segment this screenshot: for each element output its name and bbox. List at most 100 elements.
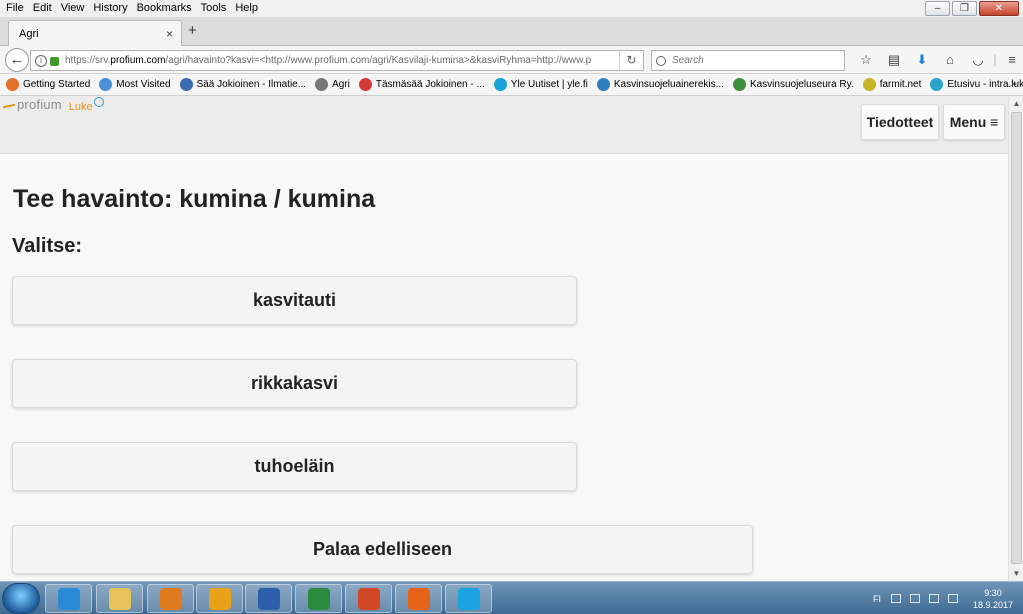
url-bar[interactable]: i https://srv.profium.com/agri/havainto?… [30, 50, 644, 71]
url-path: /agri/havainto?kasvi=<http://www.profium… [165, 55, 592, 66]
bookmark-favicon-icon [493, 78, 507, 91]
clock-time: 9:30 [984, 587, 1002, 598]
taskbar-app-powerpoint[interactable] [345, 584, 392, 613]
menu-history[interactable]: History [88, 0, 131, 17]
excel-icon [307, 587, 330, 610]
clock[interactable]: 9:30 18.9.2017 [973, 587, 1013, 611]
taskbar-app-word[interactable] [245, 584, 292, 613]
scroll-up-icon[interactable]: ▲ [1009, 96, 1023, 111]
network-icon[interactable] [928, 594, 939, 603]
bookmark-item[interactable]: Täsmäsää Jokioinen - ... [358, 78, 485, 91]
bookmark-item[interactable]: farmit.net [862, 78, 922, 91]
bookmark-favicon-icon [6, 78, 19, 91]
pocket-icon[interactable]: ◡ [964, 50, 992, 70]
bookmark-item[interactable]: Etusivu - intra.luke.fi [930, 78, 1023, 91]
taskbar-app-excel[interactable] [295, 584, 342, 613]
search-input[interactable] [672, 55, 832, 66]
menu-button[interactable]: Menu ≡ [943, 104, 1005, 140]
clock-date: 18.9.2017 [972, 599, 1013, 610]
bookmark-label: Most Visited [116, 79, 171, 90]
bookmark-item[interactable]: Sää Jokioinen - Ilmatie... [179, 78, 306, 91]
reader-list-icon[interactable]: ▤ [880, 50, 908, 70]
new-tab-icon[interactable]: + [188, 22, 197, 39]
bookmark-favicon-icon [930, 78, 944, 91]
taskbar-app-internet-explorer[interactable] [45, 584, 92, 613]
taskbar-app-file-explorer[interactable] [96, 584, 143, 613]
taskbar-app-outlook[interactable] [196, 584, 243, 613]
bookmark-favicon-icon [358, 78, 372, 91]
bookmark-item[interactable]: Kasvinsuojeluainerekis... [596, 78, 724, 91]
outlook-icon [208, 587, 231, 610]
download-arrow-icon[interactable]: ⬇ [908, 50, 936, 70]
language-indicator[interactable]: FI [873, 594, 881, 604]
menu-tools[interactable]: Tools [196, 0, 231, 17]
tiedotteet-button[interactable]: Tiedotteet [861, 104, 939, 140]
search-box[interactable] [651, 50, 845, 71]
back-button[interactable]: Palaa edelliseen [12, 525, 753, 574]
taskbar-app-firefox[interactable] [395, 584, 442, 613]
bookmark-item[interactable]: Kasvinsuojeluseura Ry. [732, 78, 854, 91]
skype-icon [457, 587, 480, 610]
page-title: Tee havainto: kumina / kumina [13, 185, 376, 213]
choice-tuhoelain-button[interactable]: tuhoeläin [12, 442, 577, 491]
flag-icon[interactable] [909, 594, 920, 603]
bookmark-item[interactable]: Most Visited [99, 78, 171, 91]
navigation-bar: ← i https://srv.profium.com/agri/havaint… [0, 46, 1023, 74]
lock-icon[interactable] [50, 57, 59, 66]
url-domain: profium.com [110, 55, 166, 66]
page-subtitle: Valitse: [12, 235, 83, 257]
toolbar-icons: ☆ ▤ ⬇ ⌂ ◡ | ≡ [852, 50, 1023, 70]
menu-help[interactable]: Help [230, 0, 262, 17]
taskbar-app-media-player[interactable] [147, 584, 194, 613]
page-viewport: profium Luke Tiedotteet Menu ≡ Tee havai… [0, 96, 1023, 581]
close-icon[interactable]: ✕ [979, 1, 1019, 16]
url-text[interactable]: https://srv.profium.com/agri/havainto?ka… [65, 55, 613, 66]
bookmark-favicon-icon [99, 78, 113, 91]
bookmark-item[interactable]: Yle Uutiset | yle.fi [493, 78, 588, 91]
bookmark-favicon-icon [862, 78, 876, 91]
scrollbar-thumb[interactable] [1011, 112, 1022, 564]
system-tray: FI 9:30 18.9.2017 [823, 582, 1023, 614]
restore-icon[interactable]: ❐ [952, 1, 977, 16]
home-icon[interactable]: ⌂ [936, 50, 964, 70]
scroll-down-icon[interactable]: ▼ [1009, 566, 1023, 581]
tab-agri[interactable]: Agri × [8, 20, 182, 46]
bookmark-item[interactable]: Getting Started [6, 78, 90, 91]
bookmark-label: farmit.net [879, 79, 922, 90]
taskbar-app-skype[interactable] [445, 584, 492, 613]
tab-close-icon[interactable]: × [166, 27, 173, 41]
bookmark-favicon-icon [732, 78, 746, 91]
internet-explorer-icon [57, 587, 80, 610]
menubar: File Edit View History Bookmarks Tools H… [0, 0, 1023, 17]
menu-view[interactable]: View [56, 0, 89, 17]
menu-edit[interactable]: Edit [28, 0, 56, 17]
bookmark-favicon-icon [596, 78, 610, 91]
bookmark-star-icon[interactable]: ☆ [852, 50, 880, 70]
start-button[interactable] [2, 583, 40, 614]
word-icon [257, 587, 280, 610]
keyboard-icon[interactable] [890, 594, 901, 603]
luke-bubble-icon [94, 97, 104, 107]
bookmarks-overflow-icon[interactable]: » [1011, 78, 1017, 90]
media-player-icon [159, 587, 182, 610]
search-icon [656, 55, 666, 66]
hamburger-menu-icon[interactable]: ≡ [998, 50, 1023, 70]
vertical-scrollbar[interactable]: ▲ ▼ [1008, 96, 1023, 581]
choice-rikkakasvi-button[interactable]: rikkakasvi [12, 359, 577, 408]
back-arrow-icon[interactable]: ← [5, 48, 29, 72]
logo-profium: profium [3, 97, 62, 112]
menu-bookmarks[interactable]: Bookmarks [132, 0, 196, 17]
bookmark-favicon-icon [315, 78, 329, 91]
powerpoint-icon [357, 587, 380, 610]
bookmark-item[interactable]: Agri [315, 78, 350, 91]
reload-icon[interactable]: ↻ [619, 51, 643, 70]
volume-icon[interactable] [947, 594, 958, 603]
tab-strip: Agri × + [0, 17, 1023, 46]
menu-file[interactable]: File [0, 0, 28, 17]
profium-logo[interactable]: profium Luke [3, 97, 104, 114]
bookmark-label: Agri [332, 79, 350, 90]
choice-kasvitauti-button[interactable]: kasvitauti [12, 276, 577, 325]
bookmark-label: Kasvinsuojeluainerekis... [613, 79, 724, 90]
minimize-icon[interactable]: – [925, 1, 950, 16]
info-icon[interactable]: i [35, 54, 47, 67]
